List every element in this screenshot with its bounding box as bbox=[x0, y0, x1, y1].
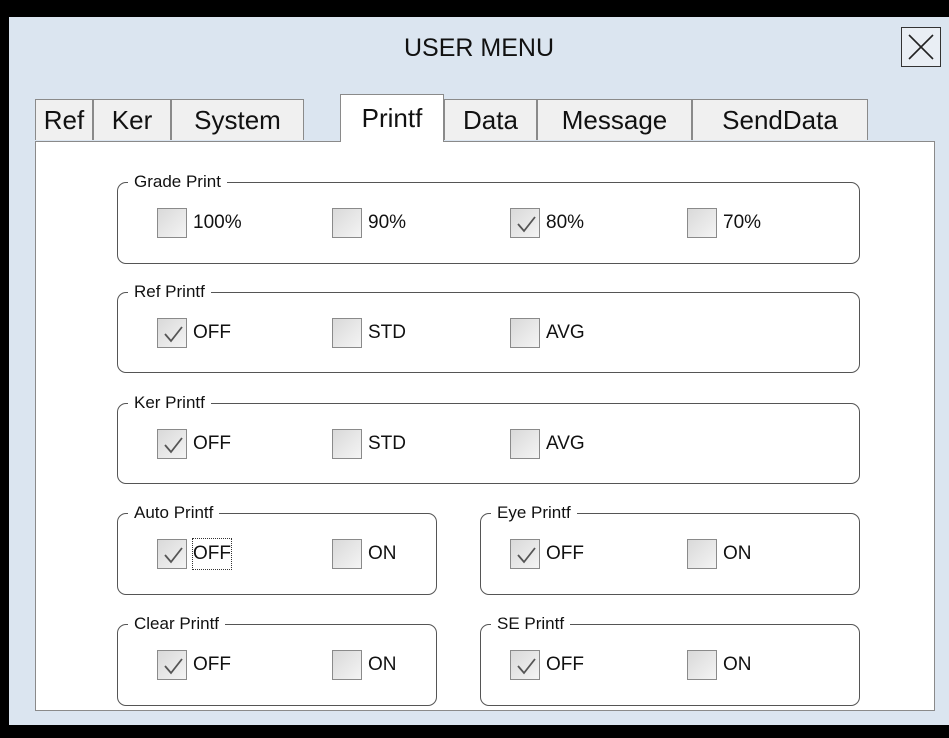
checkbox[interactable] bbox=[332, 208, 362, 238]
group-title: Ker Printf bbox=[128, 393, 211, 413]
checkbox[interactable] bbox=[332, 539, 362, 569]
se-printf-group: SE Printf OFF ON bbox=[480, 614, 860, 706]
checkbox[interactable] bbox=[332, 429, 362, 459]
checkmark-icon bbox=[164, 547, 183, 564]
checkmark-icon bbox=[517, 216, 536, 233]
grade-print-group: Grade Print 100% 90% 80% 70% bbox=[117, 172, 860, 264]
option-label: 100% bbox=[193, 212, 242, 233]
group-title: Clear Printf bbox=[128, 614, 226, 634]
option-label: OFF bbox=[546, 654, 584, 675]
clear-printf-group: Clear Printf OFF ON bbox=[117, 614, 437, 706]
printf-panel: Grade Print 100% 90% 80% 70% Ref Printf bbox=[35, 141, 935, 711]
option-label: STD bbox=[368, 433, 406, 454]
auto-printf-group: Auto Printf OFF ON bbox=[117, 503, 437, 595]
checkbox[interactable] bbox=[157, 429, 187, 459]
close-button[interactable] bbox=[901, 27, 941, 67]
option-label: OFF bbox=[193, 322, 231, 343]
option-label: 80% bbox=[546, 212, 585, 233]
ref-printf-group: Ref Printf OFF STD AVG bbox=[117, 282, 860, 373]
checkbox[interactable] bbox=[510, 539, 540, 569]
option-label: 90% bbox=[368, 212, 407, 233]
option-label: STD bbox=[368, 322, 406, 343]
checkbox[interactable] bbox=[157, 208, 187, 238]
tab-message[interactable]: Message bbox=[537, 99, 692, 140]
group-title: Ref Printf bbox=[128, 282, 211, 302]
group-title: Grade Print bbox=[128, 172, 227, 192]
ker-printf-group: Ker Printf OFF STD AVG bbox=[117, 393, 860, 484]
checkbox[interactable] bbox=[510, 208, 540, 238]
option-label: OFF bbox=[546, 543, 584, 564]
tab-printf[interactable]: Printf bbox=[340, 94, 444, 142]
checkbox[interactable] bbox=[157, 650, 187, 680]
checkbox[interactable] bbox=[687, 650, 717, 680]
group-title: SE Printf bbox=[491, 614, 571, 634]
checkbox[interactable] bbox=[157, 539, 187, 569]
checkmark-icon bbox=[164, 658, 183, 675]
checkbox[interactable] bbox=[510, 318, 540, 348]
option-label: ON bbox=[723, 543, 752, 564]
tab-data[interactable]: Data bbox=[444, 99, 537, 140]
close-icon bbox=[908, 34, 934, 60]
option-label: AVG bbox=[546, 322, 585, 343]
checkbox[interactable] bbox=[510, 429, 540, 459]
checkmark-icon bbox=[517, 547, 536, 564]
option-label: ON bbox=[368, 543, 397, 564]
option-label: ON bbox=[368, 654, 397, 675]
window-title: USER MENU bbox=[403, 34, 554, 62]
option-label: OFF bbox=[192, 538, 232, 570]
option-label: 70% bbox=[723, 212, 762, 233]
option-label: OFF bbox=[193, 654, 231, 675]
option-label: ON bbox=[723, 654, 752, 675]
eye-printf-group: Eye Printf OFF ON bbox=[480, 503, 860, 595]
group-title: Auto Printf bbox=[128, 503, 220, 523]
checkbox[interactable] bbox=[332, 318, 362, 348]
option-label: OFF bbox=[193, 433, 231, 454]
group-title: Eye Printf bbox=[491, 503, 577, 523]
tab-senddata[interactable]: SendData bbox=[692, 99, 868, 140]
user-menu-window: USER MENU Ref Ker System Printf Data Mes… bbox=[9, 17, 949, 725]
tab-ref[interactable]: Ref bbox=[35, 99, 93, 140]
checkbox[interactable] bbox=[687, 208, 717, 238]
checkmark-icon bbox=[517, 658, 536, 675]
tab-ker[interactable]: Ker bbox=[93, 99, 171, 140]
checkbox[interactable] bbox=[687, 539, 717, 569]
checkmark-icon bbox=[164, 437, 183, 454]
checkbox[interactable] bbox=[332, 650, 362, 680]
tab-system[interactable]: System bbox=[171, 99, 304, 140]
checkbox[interactable] bbox=[510, 650, 540, 680]
checkmark-icon bbox=[164, 326, 183, 343]
checkbox[interactable] bbox=[157, 318, 187, 348]
option-label: AVG bbox=[546, 433, 585, 454]
